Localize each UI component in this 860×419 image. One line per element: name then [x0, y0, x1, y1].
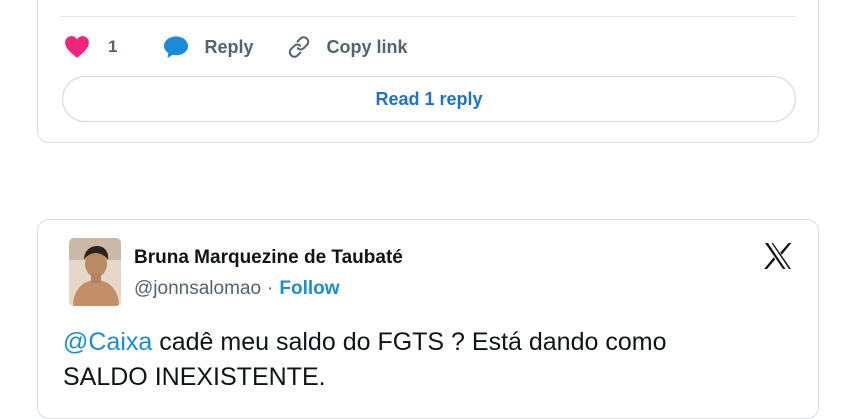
tweet-text-line2: SALDO INEXISTENTE.: [63, 363, 326, 391]
copy-link-button[interactable]: Copy link: [287, 35, 408, 59]
copy-link-label: Copy link: [326, 36, 408, 57]
heart-icon: [64, 35, 90, 59]
tweet-card-top: 1 Reply Copy link Read 1 reply: [37, 0, 819, 143]
tweet-text: @Caixa cadê meu saldo do FGTS ? Está dan…: [63, 325, 783, 395]
reply-bubble-icon: [163, 35, 189, 59]
tweet-text-line1: cadê meu saldo do FGTS ? Está dando como: [152, 328, 667, 356]
handle-row: @jonnsalomao · Follow: [134, 278, 340, 300]
separator-dot: ·: [267, 278, 274, 299]
author-name[interactable]: Bruna Marquezine de Taubaté: [134, 247, 403, 269]
like-button[interactable]: 1: [64, 35, 117, 59]
mention-link[interactable]: @Caixa: [63, 328, 152, 356]
avatar[interactable]: [69, 238, 121, 306]
x-logo-icon[interactable]: [762, 240, 794, 272]
link-icon: [287, 35, 311, 59]
tweet-actions: 1 Reply Copy link: [64, 33, 408, 61]
read-reply-button[interactable]: Read 1 reply: [62, 76, 796, 122]
card-divider: [60, 16, 796, 17]
read-reply-label: Read 1 reply: [375, 88, 483, 109]
reply-button[interactable]: Reply: [163, 35, 254, 59]
like-count: 1: [108, 37, 118, 56]
follow-link[interactable]: Follow: [279, 278, 339, 300]
reply-label: Reply: [204, 36, 254, 57]
tweet-card-bottom: Bruna Marquezine de Taubaté @jonnsalomao…: [37, 219, 819, 419]
author-handle[interactable]: @jonnsalomao: [134, 278, 261, 300]
